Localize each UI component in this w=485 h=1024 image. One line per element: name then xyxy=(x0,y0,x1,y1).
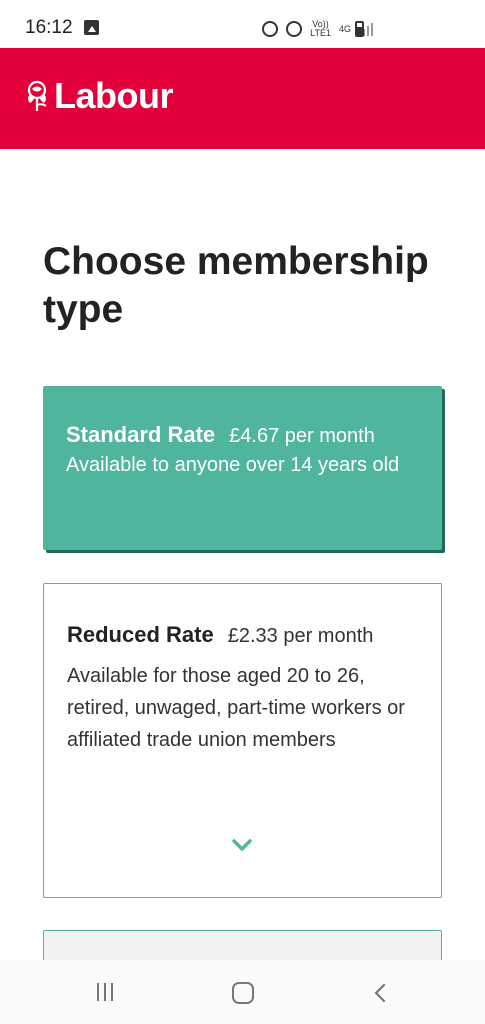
status-time: 16:12 xyxy=(25,17,73,38)
standard-rate-content: Standard Rate £4.67 per month Available … xyxy=(66,422,422,481)
reduced-rate-header: Reduced Rate £2.33 per month xyxy=(67,622,421,648)
reduced-rate-price: £2.33 per month xyxy=(227,625,374,647)
status-bar: 16:12 Vo)) LTE1 4G xyxy=(0,0,485,48)
volte-bottom-text: LTE1 xyxy=(310,28,331,38)
logo-text: Labour xyxy=(54,75,174,116)
labour-logo[interactable]: Labour xyxy=(22,75,174,116)
reduced-rate-card[interactable]: Reduced Rate £2.33 per month Available f… xyxy=(43,583,442,898)
gallery-notification-icon xyxy=(84,20,99,35)
standard-rate-header: Standard Rate £4.67 per month xyxy=(66,422,422,448)
battery-icon xyxy=(355,21,364,37)
alarm-icon xyxy=(286,21,303,37)
reduced-rate-name: Reduced Rate xyxy=(67,622,214,647)
site-header: Labour xyxy=(0,48,485,149)
standard-rate-price: £4.67 per month xyxy=(229,425,375,447)
rose-logo-icon xyxy=(27,80,47,111)
home-icon[interactable] xyxy=(232,982,254,1004)
page-title: Choose membership type xyxy=(43,240,429,331)
network-type: 4G xyxy=(338,23,351,34)
standard-rate-description: Available to anyone over 14 years old xyxy=(66,454,400,476)
volte-indicator: Vo)) LTE1 xyxy=(310,20,331,38)
chevron-down-icon[interactable] xyxy=(231,834,253,856)
navigation-bar xyxy=(0,960,485,1024)
reduced-rate-content: Reduced Rate £2.33 per month Available f… xyxy=(67,622,421,756)
back-icon[interactable] xyxy=(372,982,388,1004)
recycle-notification-icon xyxy=(262,21,279,37)
standard-rate-card[interactable]: Standard Rate £4.67 per month Available … xyxy=(43,386,442,550)
reduced-rate-description: Available for those aged 20 to 26, retir… xyxy=(67,665,405,751)
standard-rate-name: Standard Rate xyxy=(66,422,216,447)
recent-apps-icon[interactable] xyxy=(97,983,113,1001)
